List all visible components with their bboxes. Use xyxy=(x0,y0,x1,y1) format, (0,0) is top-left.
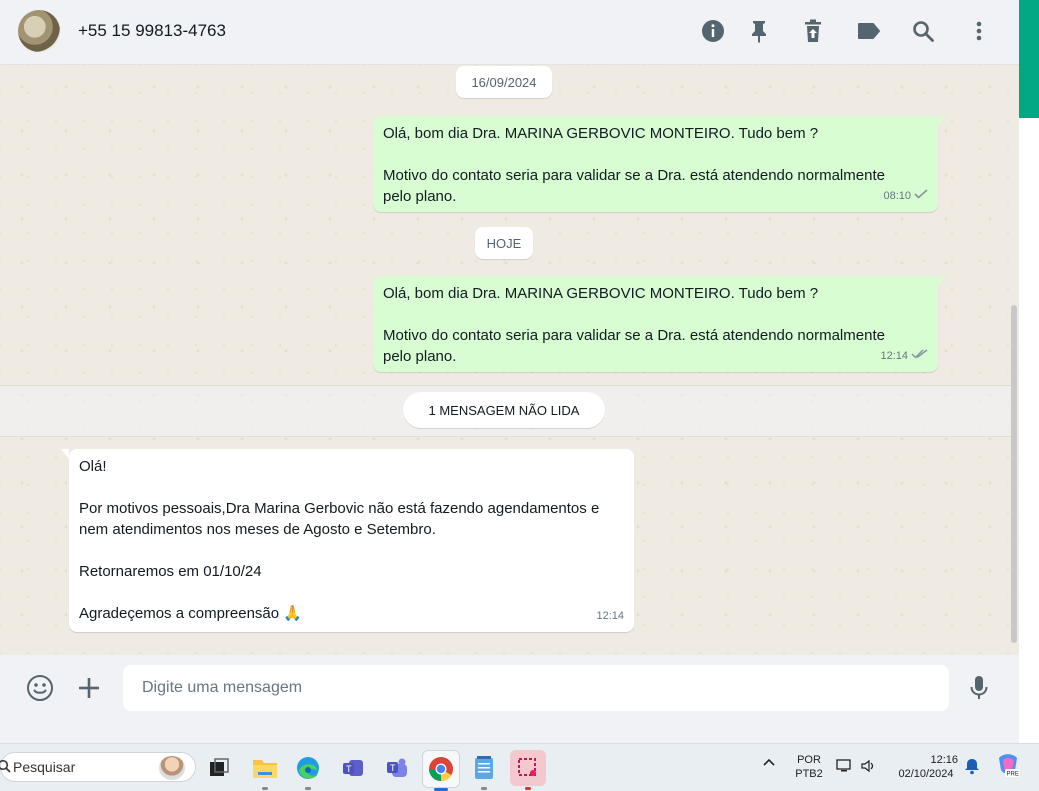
message-text-line xyxy=(79,540,624,561)
chrome-icon[interactable] xyxy=(422,750,460,791)
taskbar-search-label: Pesquisar xyxy=(13,759,76,775)
message-text-line xyxy=(383,304,928,325)
notification-bell-icon[interactable] xyxy=(964,757,980,779)
double-check-icon xyxy=(911,346,928,367)
message-text-line: pelo plano. xyxy=(383,348,457,365)
message-text-line: Motivo do contato seria para validar se … xyxy=(383,167,885,184)
message-text-line: Olá, bom dia Dra. MARINA GERBOVIC MONTEI… xyxy=(383,285,819,302)
message-text-line: Olá, bom dia Dra. MARINA GERBOVIC MONTEI… xyxy=(383,125,819,142)
windows-taskbar: Pesquisar T T POR PTB2 12:16 02/10/2024 … xyxy=(0,743,1039,791)
taskbar-search[interactable]: Pesquisar xyxy=(0,752,196,782)
message-input[interactable]: Digite uma mensagem xyxy=(123,665,949,711)
network-icon[interactable] xyxy=(836,758,854,778)
single-check-icon xyxy=(914,186,928,207)
message-meta: 08:10 xyxy=(883,186,928,207)
file-explorer-icon[interactable] xyxy=(247,750,283,790)
whatsapp-window: +55 15 99813-4763 16/09/2024 Olá, bom di… xyxy=(0,0,1019,722)
language-bottom: PTB2 xyxy=(795,768,823,780)
message-time: 12:14 xyxy=(596,610,624,622)
task-view-icon[interactable] xyxy=(201,750,237,786)
emoji-icon[interactable] xyxy=(25,673,55,703)
clock-date: 02/10/2024 xyxy=(898,768,954,780)
volume-icon[interactable] xyxy=(860,758,878,778)
search-highlight-icon xyxy=(159,756,185,780)
message-meta: 12:14 xyxy=(596,606,624,627)
teams-work-icon[interactable]: T xyxy=(336,750,372,786)
message-text-line: Motivo do contato seria para validar se … xyxy=(383,327,885,344)
clock[interactable]: 12:16 02/10/2024 xyxy=(890,753,962,781)
message-meta: 12:14 xyxy=(880,346,928,367)
snipping-tool-icon[interactable] xyxy=(510,750,546,790)
chat-header: +55 15 99813-4763 xyxy=(0,0,1019,65)
message-text-line: pelo plano. xyxy=(383,188,457,205)
label-icon[interactable] xyxy=(856,18,882,44)
unread-messages-badge: 1 MENSAGEM NÃO LIDA xyxy=(403,392,605,428)
svg-text:PRE: PRE xyxy=(1007,772,1019,778)
edge-browser-icon[interactable] xyxy=(290,750,326,790)
message-text-line xyxy=(383,144,928,165)
copilot-icon[interactable]: PRE xyxy=(995,752,1021,782)
message-time: 08:10 xyxy=(883,190,911,202)
teams-icon[interactable]: T xyxy=(379,750,415,786)
tray-overflow-chevron-icon[interactable] xyxy=(762,757,776,771)
search-icon xyxy=(0,759,11,776)
message-composer: Digite uma mensagem xyxy=(0,655,1019,722)
message-text-line xyxy=(79,582,624,603)
notepad-icon[interactable] xyxy=(466,750,502,790)
window-accent-bar xyxy=(1019,0,1039,118)
more-options-icon[interactable] xyxy=(966,18,992,44)
contact-avatar[interactable] xyxy=(18,10,60,52)
message-text-line xyxy=(79,477,624,498)
outgoing-message[interactable]: Olá, bom dia Dra. MARINA GERBOVIC MONTEI… xyxy=(373,116,946,212)
svg-text:T: T xyxy=(390,763,396,773)
language-top: POR xyxy=(797,754,821,766)
clock-time: 12:16 xyxy=(930,754,958,766)
message-text-line: nem atendimentos nos meses de Agosto e S… xyxy=(79,521,436,538)
info-icon[interactable] xyxy=(700,18,726,44)
chat-scrollbar[interactable] xyxy=(1011,305,1017,643)
message-text-line: Retornaremos em 01/10/24 xyxy=(79,563,262,580)
delete-icon[interactable] xyxy=(800,18,826,44)
contact-name[interactable]: +55 15 99813-4763 xyxy=(78,21,226,41)
microphone-icon[interactable] xyxy=(964,673,994,703)
message-text-line: Olá! xyxy=(79,458,107,475)
search-icon[interactable] xyxy=(910,18,936,44)
date-chip: HOJE xyxy=(475,227,533,259)
outgoing-message[interactable]: Olá, bom dia Dra. MARINA GERBOVIC MONTEI… xyxy=(373,276,946,372)
message-text-line: Agradeçemos a compreensão 🙏 xyxy=(79,605,302,622)
attach-plus-icon[interactable] xyxy=(74,673,104,703)
date-chip: 16/09/2024 xyxy=(456,66,552,98)
window-edge xyxy=(1019,118,1039,743)
pin-icon[interactable] xyxy=(746,18,772,44)
incoming-message[interactable]: Olá! Por motivos pessoais,Dra Marina Ger… xyxy=(61,449,634,632)
svg-text:T: T xyxy=(346,764,352,774)
language-indicator[interactable]: POR PTB2 xyxy=(792,753,826,781)
message-time: 12:14 xyxy=(880,350,908,362)
message-text-line: Por motivos pessoais,Dra Marina Gerbovic… xyxy=(79,500,600,517)
